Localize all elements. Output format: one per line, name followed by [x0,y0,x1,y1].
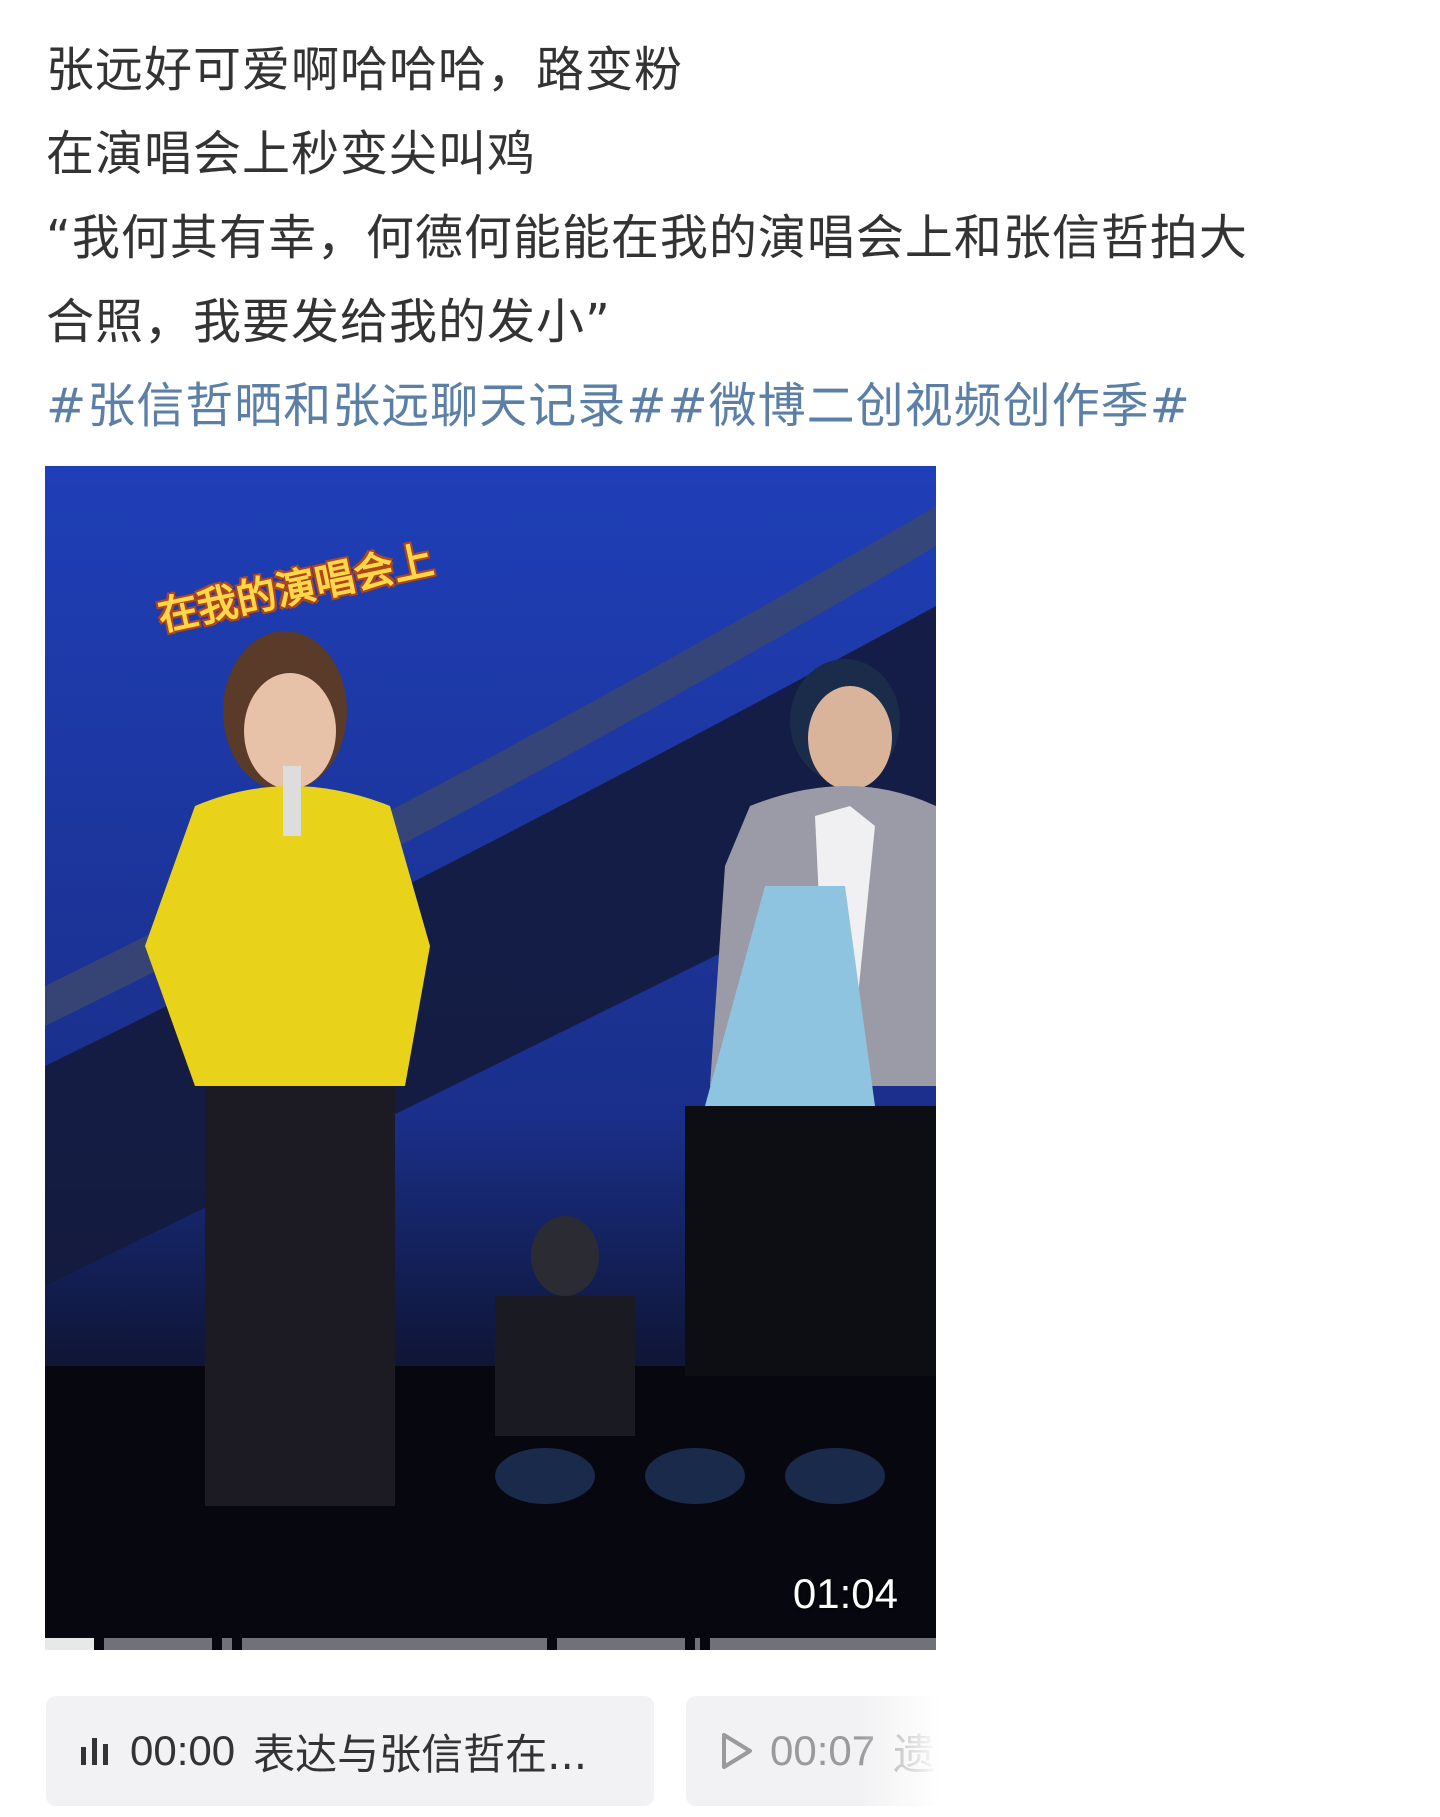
video-progress-bar[interactable] [45,1638,936,1650]
video-player[interactable]: 在我的演唱会上 01:04 [45,466,936,1650]
hashtag-line: #张信哲晒和张远聊天记录##微博二创视频创作季# [46,364,1416,448]
post-line: “我何其有幸，何德何能能在我的演唱会上和张信哲拍大 [46,210,1248,266]
post-line: 张远好可爱啊哈哈哈，路变粉 [46,42,684,98]
progress-segment [104,1638,213,1650]
post-line: 合照，我要发给我的发小” [46,294,611,350]
play-icon [718,1731,754,1771]
progress-segment [694,1638,700,1650]
audio-text: 表达与张信哲在... [253,1729,588,1779]
progress-segment [45,1638,95,1650]
audio-bars-icon [78,1733,114,1769]
audio-card[interactable]: 00:07 遗 [686,1696,940,1806]
progress-segment [242,1638,548,1650]
progress-segment [557,1638,685,1650]
audio-card[interactable]: 00:00 表达与张信哲在... [46,1696,654,1806]
video-frame [45,466,936,1650]
audio-timestamp: 00:00 [130,1727,236,1774]
post-line: 在演唱会上秒变尖叫鸡 [46,126,537,182]
progress-segment [709,1638,936,1650]
progress-segment [222,1638,233,1650]
hashtag-link[interactable]: #微博二创视频创作季# [667,378,1190,434]
hashtag-link[interactable]: #张信哲晒和张远聊天记录# [46,378,667,434]
post-text: 张远好可爱啊哈哈哈，路变粉 在演唱会上秒变尖叫鸡 “我何其有幸，何德何能能在我的… [46,28,1416,448]
video-duration: 01:04 [792,1570,898,1617]
fade-overlay [860,1696,940,1806]
